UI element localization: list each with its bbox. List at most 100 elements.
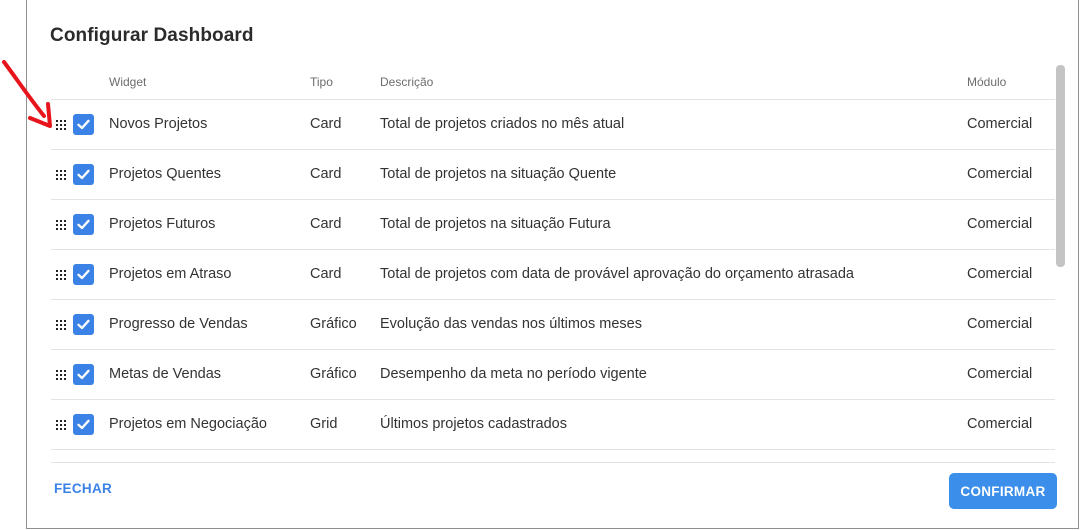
drag-dot	[64, 170, 66, 172]
row-checkbox[interactable]	[73, 164, 94, 185]
drag-dot	[64, 324, 66, 326]
drag-dot	[60, 420, 62, 422]
drag-dot	[56, 278, 58, 280]
checkmark-icon	[77, 369, 90, 380]
drag-dot	[60, 128, 62, 130]
drag-dot	[56, 370, 58, 372]
drag-handle-icon[interactable]	[56, 270, 66, 280]
widget-cell: Projetos Futuros	[109, 216, 216, 232]
drag-dot	[64, 270, 66, 272]
tipo-cell: Card	[310, 216, 342, 232]
drag-dot	[60, 220, 62, 222]
drag-dot	[60, 324, 62, 326]
modulo-cell: Comercial	[967, 366, 1033, 382]
widget-cell: Progresso de Vendas	[109, 316, 248, 332]
drag-dot	[60, 224, 62, 226]
table-row[interactable]: Projetos em Atraso Card Total de projetos …	[51, 250, 1055, 300]
drag-dot	[64, 424, 66, 426]
drag-dot	[64, 178, 66, 180]
drag-handle-icon[interactable]	[56, 220, 66, 230]
row-checkbox[interactable]	[73, 114, 94, 135]
drag-dot	[56, 228, 58, 230]
widgets-table: Widget Tipo Descrição Módulo Novos Proje…	[51, 63, 1055, 461]
drag-dot	[60, 374, 62, 376]
drag-dot	[60, 120, 62, 122]
drag-dot	[64, 174, 66, 176]
drag-dot	[56, 324, 58, 326]
drag-dot	[60, 328, 62, 330]
drag-dot	[64, 220, 66, 222]
row-checkbox[interactable]	[73, 214, 94, 235]
header-tipo: Tipo	[310, 75, 333, 89]
drag-dot	[56, 170, 58, 172]
descricao-cell: Últimos projetos cadastrados	[380, 416, 567, 432]
drag-dot	[60, 170, 62, 172]
drag-dot	[60, 270, 62, 272]
drag-dot	[64, 274, 66, 276]
row-checkbox[interactable]	[73, 264, 94, 285]
drag-handle-icon[interactable]	[56, 420, 66, 430]
drag-dot	[60, 370, 62, 372]
drag-dot	[56, 428, 58, 430]
table-row[interactable]: Projetos em Negociação Grid Últimos projet…	[51, 400, 1055, 450]
red-arrow-icon	[2, 60, 52, 128]
descricao-cell: Total de projetos criados no mês atual	[380, 116, 625, 132]
modulo-cell: Comercial	[967, 266, 1033, 282]
row-checkbox[interactable]	[73, 414, 94, 435]
drag-dot	[64, 378, 66, 380]
tipo-cell: Card	[310, 266, 342, 282]
drag-dot	[56, 320, 58, 322]
drag-handle-icon[interactable]	[56, 320, 66, 330]
checkmark-icon	[77, 169, 90, 180]
tipo-cell: Card	[310, 166, 342, 182]
tipo-cell: Grid	[310, 416, 338, 432]
table-row[interactable]: Metas de Vendas Gráfico Desempenho da meta…	[51, 350, 1055, 400]
descricao-cell: Total de projetos na situação Quente	[380, 166, 617, 182]
drag-dot	[64, 320, 66, 322]
drag-dot	[60, 228, 62, 230]
row-checkbox[interactable]	[73, 364, 94, 385]
table-row[interactable]: Projetos Futuros Card Total de projetos na…	[51, 200, 1055, 250]
drag-dot	[56, 224, 58, 226]
scrollbar-thumb[interactable]	[1056, 65, 1065, 267]
close-button[interactable]: FECHAR	[54, 481, 112, 496]
tipo-cell: Gráfico	[310, 366, 357, 382]
table-row[interactable]: Projetos Quentes Card Total de projetos na…	[51, 150, 1055, 200]
drag-dot	[64, 120, 66, 122]
modulo-cell: Comercial	[967, 116, 1033, 132]
drag-dot	[60, 178, 62, 180]
drag-dot	[56, 374, 58, 376]
widget-cell: Novos Projetos	[109, 116, 208, 132]
modulo-cell: Comercial	[967, 316, 1033, 332]
drag-dot	[56, 420, 58, 422]
drag-dot	[56, 220, 58, 222]
checkmark-icon	[77, 219, 90, 230]
widget-cell: Metas de Vendas	[109, 366, 222, 382]
table-row[interactable]: Novos Projetos Card Total de projetos cria…	[51, 100, 1055, 150]
descricao-cell: Total de projetos na situação Futura	[380, 216, 611, 232]
drag-dot	[56, 328, 58, 330]
drag-dot	[56, 174, 58, 176]
tipo-cell: Gráfico	[310, 316, 357, 332]
modulo-cell: Comercial	[967, 166, 1033, 182]
checkmark-icon	[77, 269, 90, 280]
drag-dot	[64, 420, 66, 422]
confirm-button[interactable]: CONFIRMAR	[949, 473, 1057, 509]
widget-cell: Projetos em Atraso	[109, 266, 232, 282]
modulo-cell: Comercial	[967, 216, 1033, 232]
drag-dot	[60, 428, 62, 430]
table-row[interactable]: Progresso de Vendas Gráfico Evolução das v…	[51, 300, 1055, 350]
drag-handle-icon[interactable]	[56, 370, 66, 380]
drag-dot	[64, 370, 66, 372]
drag-dot	[56, 270, 58, 272]
row-checkbox[interactable]	[73, 314, 94, 335]
table-scrollbar[interactable]	[1056, 63, 1066, 461]
configure-dashboard-dialog: Configurar Dashboard Widget Tipo Descriç…	[26, 0, 1079, 529]
header-descricao: Descrição	[380, 75, 434, 89]
descricao-cell: Total de projetos com data de provável a…	[380, 266, 854, 282]
dialog-title: Configurar Dashboard	[50, 25, 254, 46]
checkmark-icon	[77, 319, 90, 330]
drag-handle-icon[interactable]	[56, 170, 66, 180]
drag-dot	[60, 378, 62, 380]
checkmark-icon	[77, 119, 90, 130]
